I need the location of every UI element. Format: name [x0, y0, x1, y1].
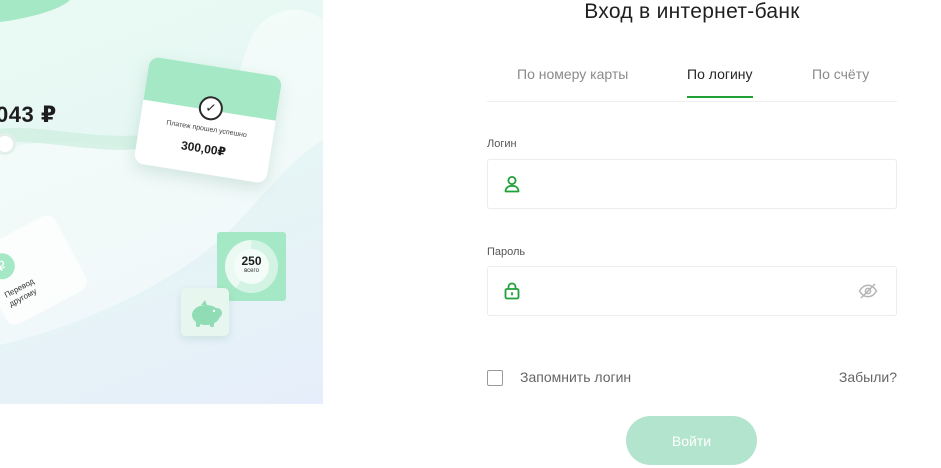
- tab-card-number[interactable]: По номеру карты: [517, 66, 628, 96]
- password-field-label: Пароль: [487, 246, 526, 258]
- login-button[interactable]: Войти: [626, 416, 757, 465]
- ruble-icon: ₽: [0, 248, 20, 284]
- login-field: [487, 159, 897, 210]
- login-input[interactable]: [532, 160, 846, 210]
- promo-illustration: 043 ₽ ✓ Платеж прошел успешно 300,00₽ ₽ …: [0, 0, 323, 404]
- password-input[interactable]: [532, 267, 846, 317]
- lock-icon: [504, 282, 520, 305]
- stat-number: 250: [241, 254, 262, 268]
- user-icon: [504, 175, 520, 198]
- piggy-bank-icon: [192, 300, 222, 327]
- remember-label[interactable]: Запомнить логин: [520, 369, 631, 385]
- donut-chart: 250 всего: [225, 240, 278, 293]
- forgot-link[interactable]: Забыли?: [839, 369, 897, 385]
- tab-account[interactable]: По счёту: [812, 66, 869, 96]
- tab-login[interactable]: По логину: [687, 66, 753, 98]
- password-field: [487, 266, 897, 317]
- page-title: Вход в интернет-банк: [584, 0, 800, 23]
- balance-amount: 043 ₽: [0, 102, 57, 127]
- login-method-tabs: По номеру карты По логину По счёту: [487, 58, 897, 102]
- stat-center: 250 всего: [234, 249, 269, 284]
- transfer-label: Перевод другому: [3, 277, 41, 310]
- remember-checkbox[interactable]: [487, 370, 503, 386]
- stat-caption: всего: [244, 268, 259, 274]
- eye-off-icon[interactable]: [858, 282, 878, 305]
- login-field-label: Логин: [487, 138, 517, 150]
- piggy-tile: [181, 288, 229, 336]
- payment-success-card: ✓ Платеж прошел успешно 300,00₽: [133, 56, 283, 184]
